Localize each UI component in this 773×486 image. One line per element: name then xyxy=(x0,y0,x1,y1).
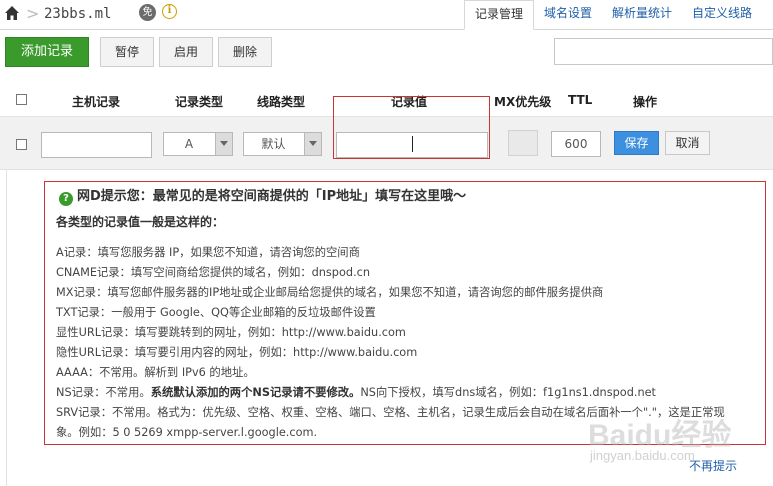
chevron-down-icon xyxy=(304,133,321,155)
domain-name: 23bbs.ml xyxy=(44,6,112,22)
tip-line-hidden-url: 隐性URL记录：填写要引用内容的网址，例如：http://www.baidu.c… xyxy=(56,346,418,359)
watermark-url: jingyan.baidu.com xyxy=(590,448,695,463)
header-line: 线路类型 xyxy=(257,95,306,109)
tip-line-cname: CNAME记录：填写空间商给您提供的域名，例如：dnspod.cn xyxy=(56,266,371,279)
free-plan-badge: 免 xyxy=(139,4,156,21)
record-type-value: A xyxy=(184,137,194,151)
tab-resolution-stats[interactable]: 解析量统计 xyxy=(602,0,682,30)
record-value-highlight xyxy=(333,96,490,159)
info-icon[interactable]: i xyxy=(162,4,177,19)
question-icon: ? xyxy=(59,192,73,206)
tip-subtitle: 各类型的记录值一般是这样的： xyxy=(56,215,225,229)
toolbar: 添加记录 暂停 启用 删除 xyxy=(0,30,773,74)
tip-line-ns-warning: 系统默认添加的两个NS记录请不要修改。 xyxy=(150,386,361,399)
row-checkbox[interactable] xyxy=(16,139,27,150)
tip-panel: ? 网D提示您：最常见的是将空间商提供的「IP地址」填写在这里哦～ 各类型的记录值… xyxy=(44,181,766,445)
ttl-input[interactable]: 600 xyxy=(551,131,601,157)
header-host: 主机记录 xyxy=(72,95,121,109)
tab-record-management[interactable]: 记录管理 xyxy=(464,0,535,30)
tab-custom-lines[interactable]: 自定义线路 xyxy=(682,0,762,30)
tip-line-url: 显性URL记录：填写要跳转到的网址，例如：http://www.baidu.co… xyxy=(56,326,406,339)
tip-line-ns-post: NS向下授权，填写dns域名，例如：f1g1ns1.dnspod.net xyxy=(360,386,656,399)
enable-button[interactable]: 启用 xyxy=(159,37,213,67)
line-type-value: 默认 xyxy=(261,137,286,151)
tip-line-txt: TXT记录：一般用于 Google、QQ等企业邮箱的反垃圾邮件设置 xyxy=(56,306,376,319)
breadcrumb-separator: > xyxy=(26,4,40,23)
tip-line-a: A记录：填写您服务器 IP，如果您不知道，请咨询您的空间商 xyxy=(56,246,360,259)
top-bar: > 23bbs.ml 免 i 记录管理 域名设置 解析量统计 自定义线路 xyxy=(0,0,773,30)
tip-line-ns-pre: NS记录：不常用。 xyxy=(56,386,151,399)
header-type: 记录类型 xyxy=(175,95,224,109)
select-all-checkbox[interactable] xyxy=(16,94,27,105)
chevron-down-icon xyxy=(215,133,232,155)
delete-button[interactable]: 删除 xyxy=(218,37,272,67)
tip-line-mx: MX记录：填写您邮件服务器的IP地址或企业邮局给您提供的域名，如果您不知道，请咨… xyxy=(56,286,604,299)
header-ops: 操作 xyxy=(633,95,658,109)
tip-line-aaaa: AAAA：不常用。解析到 IPv6 的地址。 xyxy=(56,366,255,379)
cancel-button[interactable]: 取消 xyxy=(665,131,710,155)
header-ttl: TTL xyxy=(568,93,593,107)
search-input[interactable] xyxy=(554,38,773,65)
tab-bar: 记录管理 域名设置 解析量统计 自定义线路 xyxy=(464,0,762,30)
header-mx: MX优先级 xyxy=(494,95,552,109)
tip-title: ? 网D提示您：最常见的是将空间商提供的「IP地址」填写在这里哦～ xyxy=(59,185,466,206)
dismiss-tip-link[interactable]: 不再提示 xyxy=(689,457,737,474)
home-icon[interactable] xyxy=(4,5,20,21)
tab-domain-settings[interactable]: 域名设置 xyxy=(534,0,602,30)
pause-button[interactable]: 暂停 xyxy=(100,37,154,67)
line-type-select[interactable]: 默认 xyxy=(243,132,322,156)
tip-title-text: 网D提示您：最常见的是将空间商提供的「IP地址」填写在这里哦～ xyxy=(77,189,467,204)
record-type-select[interactable]: A xyxy=(163,132,233,156)
host-record-input[interactable] xyxy=(41,132,152,158)
tip-line-ns: NS记录：不常用。系统默认添加的两个NS记录请不要修改。NS向下授权，填写dns… xyxy=(56,383,761,403)
save-button[interactable]: 保存 xyxy=(614,131,659,155)
add-record-button[interactable]: 添加记录 xyxy=(5,37,89,67)
mx-priority-input xyxy=(508,130,538,156)
